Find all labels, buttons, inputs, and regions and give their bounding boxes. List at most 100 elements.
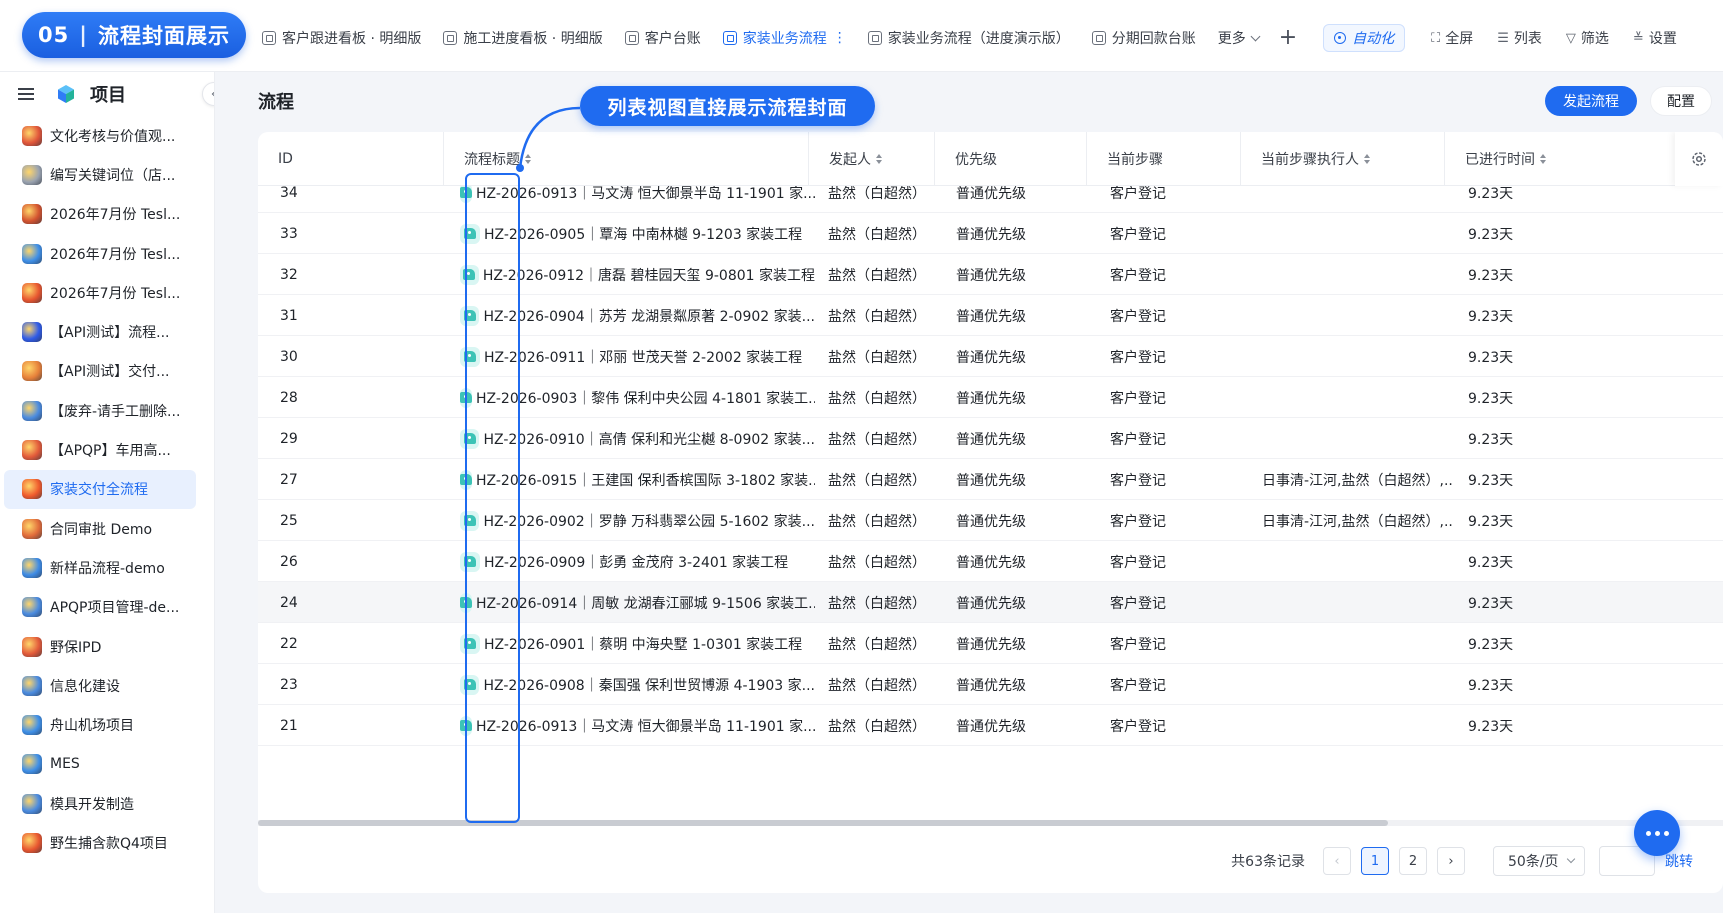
sidebar-item[interactable]: 文化考核与价值观... xyxy=(4,116,196,155)
sort-icon[interactable] xyxy=(525,154,531,164)
sidebar-item[interactable]: 2026年7月份 Tesl... xyxy=(4,273,196,312)
sidebar-item[interactable]: 编写关键词位（店... xyxy=(4,155,196,194)
jump-button[interactable]: 跳转 xyxy=(1665,851,1693,871)
sort-icon[interactable] xyxy=(876,154,882,164)
badge-title: 流程封面展示 xyxy=(97,24,230,48)
sidebar-item[interactable]: 新样品流程-demo xyxy=(4,548,196,587)
process-title-cell[interactable]: HZ-2026-0908｜秦国强 保利世贸博源 4-1903 家... xyxy=(460,664,815,705)
column-settings-button[interactable] xyxy=(1675,132,1723,186)
prev-page-button[interactable]: ‹ xyxy=(1323,847,1351,875)
settings-button[interactable]: ≚ 设置 xyxy=(1633,28,1677,48)
table-row[interactable]: 26 HZ-2026-0909｜彭勇 金茂府 3-2401 家装工程 盐然（白超然）… xyxy=(258,541,1723,582)
tab-2[interactable]: 客户台账 xyxy=(624,20,701,56)
process-title-cell[interactable]: HZ-2026-0913｜马文涛 恒大御景半岛 11-1901 家... xyxy=(460,186,815,213)
sidebar-item[interactable]: 合同审批 Demo xyxy=(4,509,196,548)
sidebar-item[interactable]: APQP项目管理-de... xyxy=(4,588,196,627)
process-title-cell[interactable]: HZ-2026-0910｜高倩 保利和光尘樾 8-0902 家装... xyxy=(460,418,815,459)
sidebar-item[interactable]: 【API测试】交付... xyxy=(4,352,196,391)
process-title-cell[interactable]: HZ-2026-0911｜邓丽 世茂天誉 2-2002 家装工程 xyxy=(460,336,815,377)
project-thumbnail xyxy=(22,282,42,303)
sort-icon[interactable] xyxy=(1364,154,1370,164)
table-row[interactable]: 34 HZ-2026-0913｜马文涛 恒大御景半岛 11-1901 家... 盐然… xyxy=(258,186,1723,213)
column-header[interactable]: 发起人 xyxy=(808,132,934,186)
column-header[interactable]: 流程标题 xyxy=(443,132,808,186)
step-executor-cell xyxy=(1262,377,1452,418)
page-2-button[interactable]: 2 xyxy=(1399,847,1427,875)
process-title-cell[interactable]: HZ-2026-0902｜罗静 万科翡翠公园 5-1602 家装... xyxy=(460,500,815,541)
horizontal-scrollbar[interactable] xyxy=(258,820,1723,826)
next-page-button[interactable]: › xyxy=(1437,847,1465,875)
collapse-sidebar-button[interactable] xyxy=(202,82,214,106)
sidebar-item[interactable]: 【API测试】流程... xyxy=(4,312,196,351)
sidebar-item[interactable]: 舟山机场项目 xyxy=(4,705,196,744)
tab-0[interactable]: 客户跟进看板 · 明细版 xyxy=(262,20,421,56)
row-id-cell: 34 xyxy=(280,186,430,213)
column-header-label: 已进行时间 xyxy=(1465,152,1535,168)
process-title-cell[interactable]: HZ-2026-0913｜马文涛 恒大御景半岛 11-1901 家... xyxy=(460,705,815,746)
sidebar-item[interactable]: 2026年7月份 Tesl... xyxy=(4,234,196,273)
section-badge: 05 | 流程封面展示 xyxy=(22,12,246,58)
scrollbar-thumb[interactable] xyxy=(258,820,1388,826)
table-row[interactable]: 22 HZ-2026-0901｜蔡明 中海央墅 1-0301 家装工程 盐然（白超然… xyxy=(258,623,1723,664)
sidebar-item[interactable]: 家装交付全流程 xyxy=(4,469,196,509)
tab-5[interactable]: 分期回款台账 xyxy=(1091,20,1196,56)
sidebar-item-label: 信息化建设 xyxy=(50,678,120,695)
more-tabs-label: 更多 xyxy=(1217,31,1246,47)
priority: 普通优先级 xyxy=(956,718,1026,735)
automation-button[interactable]: 自动化 xyxy=(1323,24,1406,52)
table-row[interactable]: 24 HZ-2026-0914｜周敏 龙湖春江郦城 9-1506 家装工... 盐然… xyxy=(258,582,1723,623)
column-header[interactable]: 已进行时间 xyxy=(1444,132,1675,186)
fullscreen-button[interactable]: ⛶ 全屏 xyxy=(1431,28,1473,48)
process-title-cell[interactable]: HZ-2026-0914｜周敏 龙湖春江郦城 9-1506 家装工... xyxy=(460,582,815,623)
process-title-cell[interactable]: HZ-2026-0903｜黎伟 保利中央公园 4-1801 家装工... xyxy=(460,377,815,418)
more-tabs-button[interactable]: 更多 xyxy=(1217,28,1261,48)
tab-3[interactable]: 家装业务流程 ⋮ xyxy=(722,20,847,56)
sidebar-item[interactable]: 【APQP】车用高... xyxy=(4,430,196,469)
page-size-select[interactable]: 50条/页 xyxy=(1493,846,1585,876)
process-title-cell[interactable]: HZ-2026-0912｜唐磊 碧桂园天玺 9-0801 家装工程 xyxy=(460,254,815,295)
row-id-cell: 22 xyxy=(280,623,430,664)
table-row[interactable]: 30 HZ-2026-0911｜邓丽 世茂天誉 2-2002 家装工程 盐然（白超然… xyxy=(258,336,1723,377)
sidebar-item[interactable]: MES xyxy=(4,745,196,784)
list-view-button[interactable]: ☰ 列表 xyxy=(1497,28,1542,48)
initiator: 盐然（白超然） xyxy=(828,349,926,366)
start-process-button[interactable]: 发起流程 xyxy=(1545,86,1637,116)
sidebar-item[interactable]: 模具开发制造 xyxy=(4,784,196,823)
initiator: 盐然（白超然） xyxy=(828,431,926,448)
column-header[interactable]: 当前步骤执行人 xyxy=(1240,132,1444,186)
process-title-cell[interactable]: HZ-2026-0915｜王建国 保利香槟国际 3-1802 家装... xyxy=(460,459,815,500)
table-row[interactable]: 25 HZ-2026-0902｜罗静 万科翡翠公园 5-1602 家装... 盐然（… xyxy=(258,500,1723,541)
table-row[interactable]: 27 HZ-2026-0915｜王建国 保利香槟国际 3-1802 家装... 盐然… xyxy=(258,459,1723,500)
table-row[interactable]: 29 HZ-2026-0910｜高倩 保利和光尘樾 8-0902 家装... 盐然（… xyxy=(258,418,1723,459)
table-row[interactable]: 23 HZ-2026-0908｜秦国强 保利世贸博源 4-1903 家... 盐然（… xyxy=(258,664,1723,705)
more-actions-fab[interactable] xyxy=(1634,810,1680,856)
sidebar-item[interactable]: 信息化建设 xyxy=(4,666,196,705)
elapsed-time-cell: 9.23天 xyxy=(1468,664,1588,705)
filter-button[interactable]: ▽ 筛选 xyxy=(1566,28,1609,48)
column-header[interactable]: 优先级 xyxy=(934,132,1086,186)
column-header[interactable]: 当前步骤 xyxy=(1086,132,1240,186)
config-button[interactable]: 配置 xyxy=(1650,86,1712,116)
tab-menu-icon[interactable]: ⋮ xyxy=(833,30,847,46)
page-1-button[interactable]: 1 xyxy=(1361,847,1389,875)
table-row[interactable]: 32 HZ-2026-0912｜唐磊 碧桂园天玺 9-0801 家装工程 盐然（白超… xyxy=(258,254,1723,295)
process-title-cell[interactable]: HZ-2026-0909｜彭勇 金茂府 3-2401 家装工程 xyxy=(460,541,815,582)
menu-icon[interactable] xyxy=(18,88,34,100)
sort-icon[interactable] xyxy=(1540,154,1546,164)
tab-label: 家装业务流程（进度演示版） xyxy=(887,31,1070,47)
tab-4[interactable]: 家装业务流程（进度演示版） xyxy=(867,20,1070,56)
process-title-cell[interactable]: HZ-2026-0904｜苏芳 龙湖景粼原著 2-0902 家装... xyxy=(460,295,815,336)
sidebar-item[interactable]: 野生捕含款Q4项目 xyxy=(4,823,196,862)
tab-1[interactable]: 施工进度看板 · 明细版 xyxy=(443,20,603,56)
add-view-button[interactable]: + xyxy=(1279,27,1297,49)
table-row[interactable]: 28 HZ-2026-0903｜黎伟 保利中央公园 4-1801 家装工... 盐然… xyxy=(258,377,1723,418)
sidebar-item[interactable]: 2026年7月份 Tesl... xyxy=(4,195,196,234)
column-header[interactable]: ID xyxy=(258,132,443,186)
table-row[interactable]: 31 HZ-2026-0904｜苏芳 龙湖景粼原著 2-0902 家装... 盐然（… xyxy=(258,295,1723,336)
sidebar-item[interactable]: 【废弃-请手工删除... xyxy=(4,391,196,430)
process-title-cell[interactable]: HZ-2026-0901｜蔡明 中海央墅 1-0301 家装工程 xyxy=(460,623,815,664)
table-row[interactable]: 33 HZ-2026-0905｜覃海 中南林樾 9-1203 家装工程 盐然（白超然… xyxy=(258,213,1723,254)
table-row[interactable]: 21 HZ-2026-0913｜马文涛 恒大御景半岛 11-1901 家... 盐然… xyxy=(258,705,1723,746)
process-title-cell[interactable]: HZ-2026-0905｜覃海 中南林樾 9-1203 家装工程 xyxy=(460,213,815,254)
sidebar-item[interactable]: 野保IPD xyxy=(4,627,196,666)
